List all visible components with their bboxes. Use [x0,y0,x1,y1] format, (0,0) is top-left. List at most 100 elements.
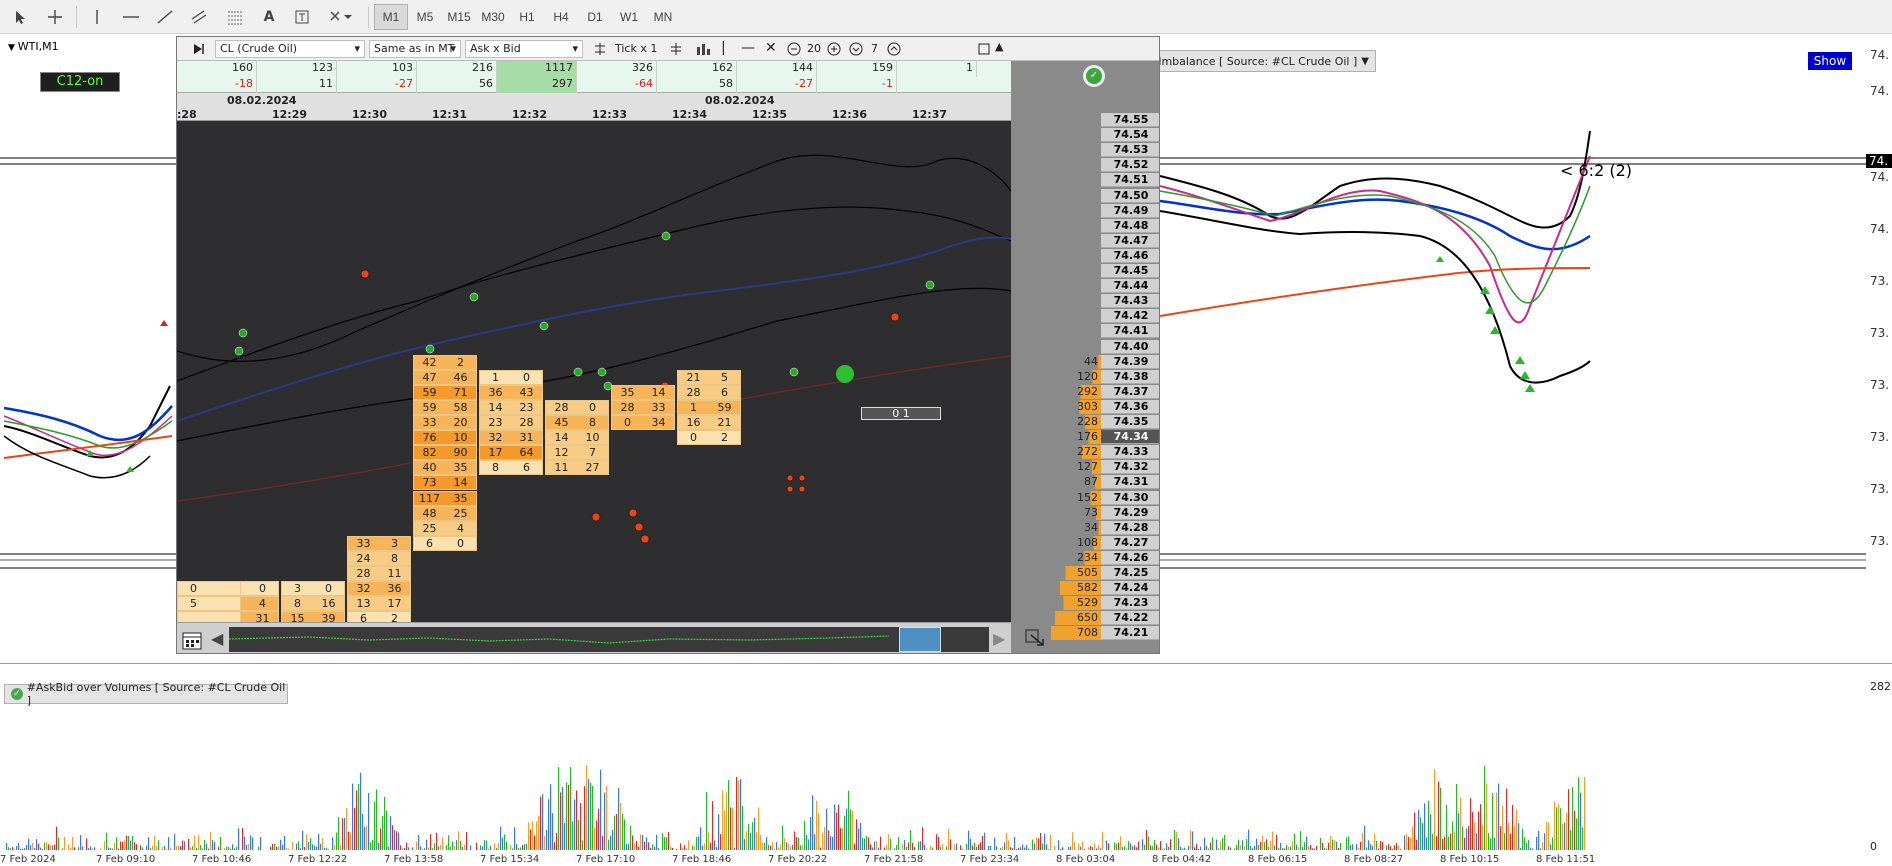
check-icon[interactable]: ✓ [1083,65,1105,87]
ladder-price[interactable]: 74.30 [1101,490,1159,505]
footprint-cell[interactable]: 40 35 [413,460,477,476]
expand-icon[interactable] [669,42,683,59]
ladder-price[interactable]: 74.55 [1101,113,1159,127]
footprint-cell[interactable]: 117 35 [413,490,477,506]
depth-up-icon[interactable] [887,42,901,59]
footprint-cell[interactable]: 73 14 [413,475,477,491]
label-icon[interactable] [290,4,314,30]
ladder-price[interactable]: 74.27 [1101,535,1159,550]
footprint-cell[interactable]: 47 46 [413,369,477,385]
footprint-cell[interactable]: 45 8 [545,415,609,430]
ladder-price[interactable]: 74.37 [1101,384,1159,399]
footprint-cell[interactable]: 17 64 [479,445,543,461]
volume-indicator-label[interactable]: ✓ #AskBid over Volumes [ Source: #CL Cru… [4,681,288,707]
ladder-price[interactable]: 74.44 [1101,279,1159,294]
view-select[interactable]: Ask x Bid ▾ [465,40,583,58]
ladder-price[interactable]: 74.41 [1101,324,1159,339]
bar-chart-icon[interactable] [695,41,711,60]
footprint-cell[interactable]: 59 71 [413,384,477,400]
scroll-thumb[interactable] [899,627,941,652]
ladder-price[interactable]: 74.53 [1101,143,1159,158]
zoom-out-icon[interactable] [787,42,801,59]
mode-select[interactable]: Same as in MT ▾ [369,40,461,58]
timeframe-h4[interactable]: H4 [544,4,578,30]
crosshair-icon[interactable] [42,4,68,30]
ladder-price[interactable]: 74.33 [1101,445,1159,460]
resize-icon[interactable] [1023,627,1051,649]
ladder-price[interactable]: 74.51 [1101,173,1159,188]
footprint-cell[interactable]: 14 10 [545,430,609,446]
ladder-price[interactable]: 74.24 [1101,581,1159,596]
footprint-panel[interactable]: CL (Crude Oil) ▾ Same as in MT ▾ Ask x Bid… [176,36,1160,654]
footprint-cell[interactable]: 33 3 [347,535,411,551]
footprint-cell[interactable]: 28 11 [347,566,411,581]
instrument-select[interactable]: CL (Crude Oil) ▾ [215,40,365,58]
timeframe-w1[interactable]: W1 [612,4,646,30]
footprint-cell[interactable]: 30 [281,581,345,597]
ladder-price[interactable]: 74.35 [1101,415,1159,429]
ladder-price[interactable]: 74.39 [1101,354,1159,369]
text-icon[interactable]: A [258,4,280,30]
close-icon[interactable]: ✕ [765,40,777,56]
timeframe-mn[interactable]: MN [646,4,680,30]
footprint-cell[interactable]: 11 27 [545,460,609,476]
timeframe-m15[interactable]: M15 [442,4,476,30]
footprint-cell[interactable]: 42 2 [413,354,477,370]
ladder-price[interactable]: 74.22 [1101,611,1159,626]
show-button[interactable]: Show [1808,52,1852,70]
footprint-cell[interactable]: 14 23 [479,399,543,415]
footprint-cell[interactable]: 28 6 [677,384,741,400]
footprint-cell[interactable]: 5 [177,596,241,612]
footprint-cell[interactable]: 59 58 [413,399,477,415]
footprint-cell[interactable]: 48 25 [413,505,477,521]
scroll-left-icon[interactable]: ◀ [211,629,223,648]
ladder-price[interactable]: 74.36 [1101,399,1159,414]
equidistant-channel-icon[interactable] [186,4,212,30]
footprint-cell[interactable]: 8 16 [281,596,345,612]
timeframe-m30[interactable]: M30 [476,4,510,30]
imbalance-indicator-label[interactable]: ✓ #Imbalance [ Source: #CL Crude Oil ] ▼ [1126,50,1376,72]
footprint-cell[interactable]: 36 43 [479,384,543,400]
footprint-cell[interactable]: 28 33 [611,399,675,415]
footprint-cell[interactable]: 02 [677,430,741,446]
ladder-price[interactable]: 74.48 [1101,218,1159,233]
ladder-price[interactable]: 74.49 [1101,203,1159,218]
footprint-cell[interactable]: 32 36 [347,581,411,597]
ladder-price[interactable]: 74.34 [1101,430,1159,445]
footprint-cell[interactable]: 82 90 [413,445,477,461]
ladder-price[interactable]: 74.31 [1101,475,1159,490]
footprint-cell[interactable]: 33 20 [413,415,477,430]
compress-icon[interactable] [593,42,607,59]
ladder-price[interactable]: 74.43 [1101,294,1159,309]
fibonacci-icon[interactable] [222,4,248,30]
footprint-cell[interactable]: 32 31 [479,430,543,446]
collapse-icon[interactable]: ▲ [995,40,1003,53]
ladder-price[interactable]: 74.25 [1101,566,1159,580]
footprint-cell[interactable]: 16 21 [677,415,741,430]
timeframe-m5[interactable]: M5 [408,4,442,30]
calendar-icon[interactable] [181,629,203,653]
footprint-cell[interactable]: 10 [479,369,543,385]
c12-button[interactable]: C12-on [40,72,120,92]
zoom-in-icon[interactable] [827,42,841,59]
footprint-cell[interactable]: 60 [413,535,477,551]
ladder-price[interactable]: 74.28 [1101,520,1159,535]
minimize-icon[interactable]: — [741,40,755,56]
chevron-down-icon[interactable]: ▼ [8,43,18,53]
footprint-cell[interactable]: 76 10 [413,430,477,446]
footprint-cell[interactable]: 24 8 [347,550,411,566]
ladder-price[interactable]: 74.23 [1101,596,1159,611]
ladder-price[interactable]: 74.47 [1101,233,1159,248]
depth-down-icon[interactable] [849,42,863,59]
trendline-icon[interactable] [152,4,178,30]
ladder-price[interactable]: 74.40 [1101,339,1159,354]
footprint-cell[interactable]: 13 17 [347,596,411,612]
footprint-cell[interactable]: 0 34 [611,415,675,430]
footprint-cell[interactable]: 28 0 [545,399,609,415]
ladder-price[interactable]: 74.32 [1101,460,1159,475]
footprint-cell[interactable]: 35 14 [611,384,675,400]
ladder-price[interactable]: 74.45 [1101,264,1159,278]
ladder-price[interactable]: 74.38 [1101,369,1159,384]
footprint-cell[interactable]: 12 7 [545,445,609,461]
footprint-cell[interactable]: 21 5 [677,369,741,385]
